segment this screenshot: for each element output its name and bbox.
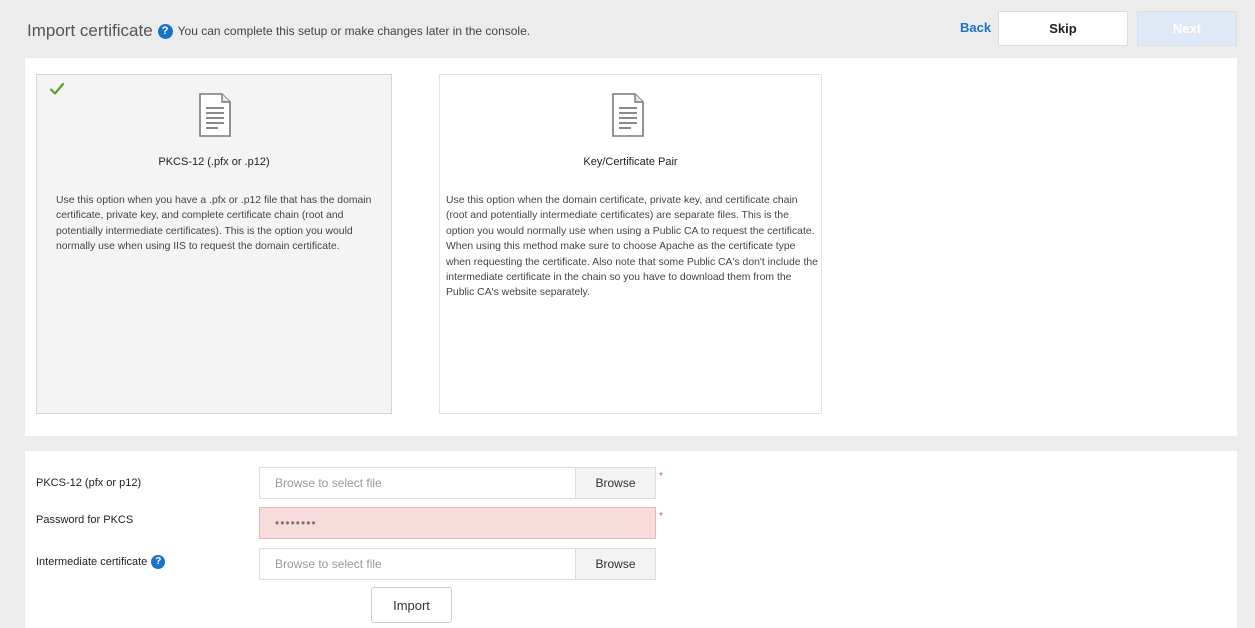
document-icon — [199, 93, 231, 137]
required-indicator: * — [659, 471, 663, 482]
help-icon[interactable]: ? — [157, 23, 173, 39]
import-button[interactable]: Import — [371, 587, 452, 623]
option-card-key-certificate-pair[interactable]: Key/Certificate Pair Use this option whe… — [439, 74, 822, 414]
skip-button[interactable]: Skip — [998, 11, 1128, 46]
certificate-options-panel: PKCS-12 (.pfx or .p12) Use this option w… — [25, 58, 1237, 436]
next-button[interactable]: Next — [1137, 11, 1237, 46]
intermediate-certificate-label-text: Intermediate certificate — [36, 556, 148, 568]
help-icon[interactable]: ? — [151, 555, 166, 569]
page-title: Import certificate — [27, 21, 153, 40]
title-row: Import certificate ? You can complete th… — [27, 21, 530, 41]
intermediate-browse-button[interactable]: Browse — [575, 549, 655, 579]
option-card-pkcs12[interactable]: PKCS-12 (.pfx or .p12) Use this option w… — [36, 74, 392, 414]
required-indicator: * — [659, 511, 663, 522]
pkcs-file-input[interactable]: Browse to select file Browse — [259, 467, 656, 499]
intermediate-certificate-label: Intermediate certificate ? — [36, 555, 170, 569]
header: Import certificate ? You can complete th… — [0, 0, 1255, 58]
checkmark-icon — [49, 82, 65, 95]
option-title: PKCS-12 (.pfx or .p12) — [158, 156, 270, 168]
option-description: Use this option when the domain certific… — [446, 195, 818, 299]
back-button[interactable]: Back — [960, 20, 991, 35]
option-title: Key/Certificate Pair — [583, 156, 678, 168]
page-subtitle: You can complete this setup or make chan… — [177, 24, 531, 38]
intermediate-file-input[interactable]: Browse to select file Browse — [259, 548, 656, 580]
option-description: Use this option when you have a .pfx or … — [56, 195, 372, 253]
password-label: Password for PKCS — [36, 514, 134, 526]
certificate-form-panel: PKCS-12 (pfx or p12) Browse to select fi… — [25, 451, 1237, 628]
password-field[interactable]: •••••••• — [259, 507, 656, 539]
document-icon — [612, 93, 644, 137]
pkcs-browse-button[interactable]: Browse — [575, 468, 655, 498]
pkcs-file-placeholder[interactable]: Browse to select file — [260, 468, 575, 498]
intermediate-file-placeholder[interactable]: Browse to select file — [260, 549, 575, 579]
pkcs-file-label: PKCS-12 (pfx or p12) — [36, 477, 142, 489]
